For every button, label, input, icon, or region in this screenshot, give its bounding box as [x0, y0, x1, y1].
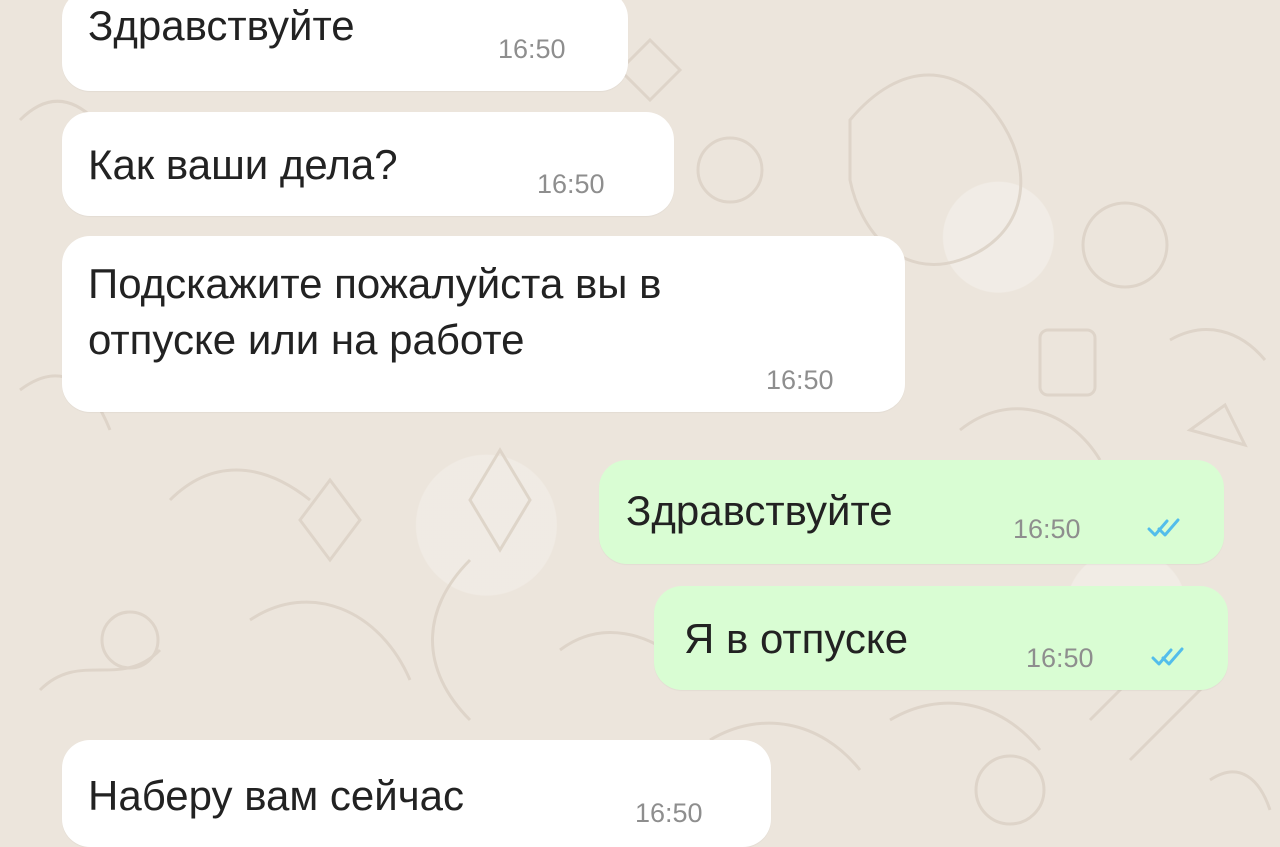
- outgoing-message-bubble[interactable]: Здравствуйте 16:50: [599, 460, 1224, 564]
- message-text: Здравствуйте: [88, 2, 355, 49]
- message-text: Я в отпуске: [684, 615, 909, 662]
- message-text: Подскажите пожалуйста вы в отпуске или н…: [88, 260, 662, 363]
- incoming-message-bubble[interactable]: Подскажите пожалуйста вы в отпуске или н…: [62, 236, 905, 412]
- outgoing-message-bubble[interactable]: Я в отпуске 16:50: [654, 586, 1228, 690]
- message-timestamp: 16:50: [498, 34, 566, 64]
- double-check-icon: [1151, 647, 1184, 666]
- message-timestamp: 16:50: [635, 798, 703, 828]
- message-text: Здравствуйте: [626, 487, 893, 534]
- message-timestamp: 16:50: [1013, 514, 1081, 544]
- incoming-message-bubble[interactable]: Здравствуйте 16:50: [62, 0, 628, 91]
- message-text: Как ваши дела?: [88, 141, 398, 188]
- double-check-icon: [1147, 518, 1180, 537]
- message-timestamp: 16:50: [766, 365, 834, 395]
- message-timestamp: 16:50: [1026, 643, 1094, 673]
- incoming-message-bubble[interactable]: Наберу вам сейчас 16:50: [62, 740, 771, 847]
- message-text: Наберу вам сейчас: [88, 772, 464, 819]
- incoming-message-bubble[interactable]: Как ваши дела? 16:50: [62, 112, 674, 216]
- message-timestamp: 16:50: [537, 169, 605, 199]
